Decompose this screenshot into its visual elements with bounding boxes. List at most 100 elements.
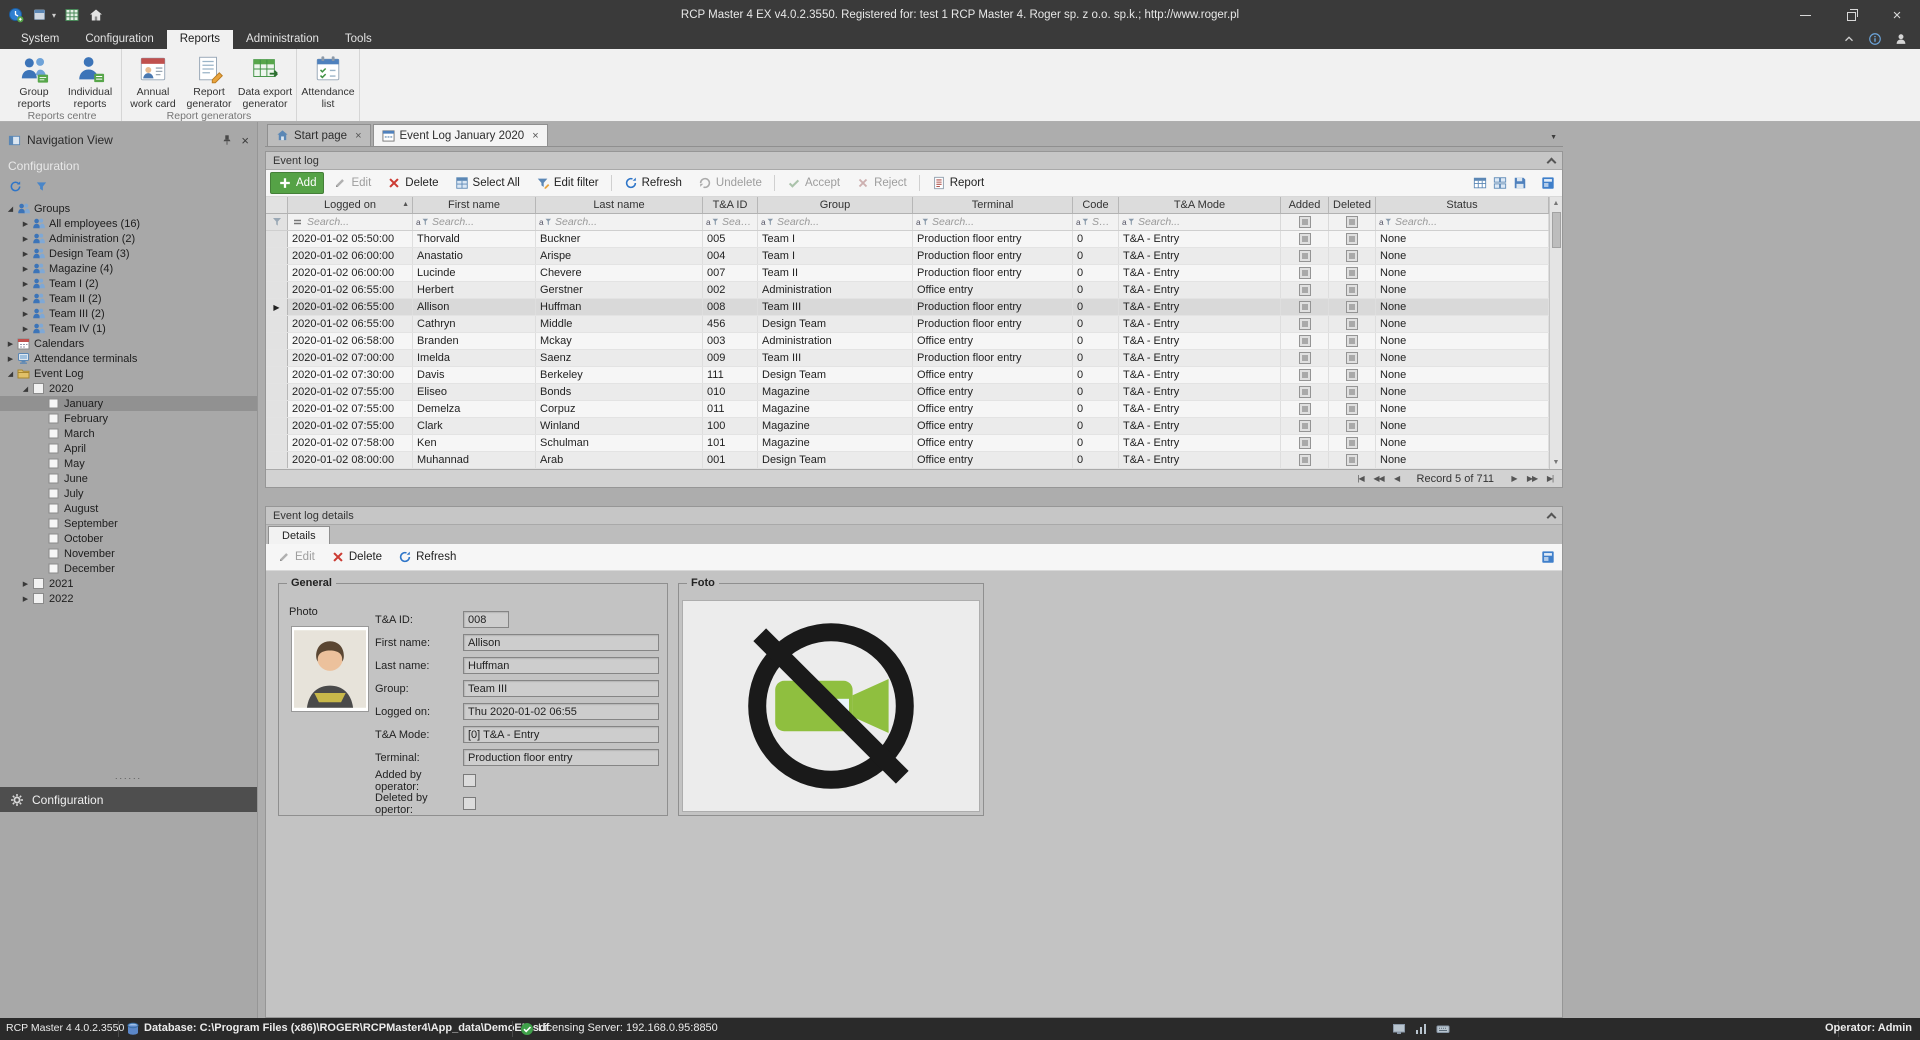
tree-item-groups[interactable]: ◢Groups — [0, 201, 257, 216]
filter-group[interactable]: aSearch... — [758, 214, 913, 230]
pin-panel-icon[interactable] — [1541, 176, 1555, 190]
field-terminal[interactable]: Production floor entry — [463, 749, 659, 766]
expander-icon[interactable]: ▶ — [19, 580, 32, 588]
next-page-button[interactable]: ▶▶ — [1524, 474, 1540, 483]
operator-icon[interactable] — [1894, 32, 1908, 46]
delete-button[interactable]: Delete — [380, 173, 445, 193]
tree-item-october[interactable]: October — [0, 531, 257, 546]
column-header-status[interactable]: Status — [1376, 197, 1549, 213]
column-header-first-name[interactable]: First name — [413, 197, 536, 213]
horizontal-splitter[interactable] — [265, 488, 1563, 506]
expander-icon[interactable]: ▶ — [19, 220, 32, 228]
close-tab-icon[interactable]: × — [532, 130, 538, 142]
expander-icon[interactable]: ▶ — [19, 295, 32, 303]
edit-button[interactable]: Edit — [270, 547, 322, 567]
expander-icon[interactable]: ◢ — [4, 370, 17, 378]
tree-item-february[interactable]: February — [0, 411, 257, 426]
menu-tools[interactable]: Tools — [332, 30, 385, 49]
expander-icon[interactable]: ▶ — [19, 595, 32, 603]
tree-item-june[interactable]: June — [0, 471, 257, 486]
tree-item-event-log[interactable]: ◢Event Log — [0, 366, 257, 381]
tree-item-december[interactable]: December — [0, 561, 257, 576]
checkbox-deleted-by-opertor[interactable] — [463, 797, 476, 810]
grid-row[interactable]: 2020-01-02 06:00:00LucindeChevere007Team… — [266, 265, 1549, 282]
filter-t-a-mode[interactable]: aSearch... — [1119, 214, 1281, 230]
grid-row[interactable]: 2020-01-02 06:55:00CathrynMiddle456Desig… — [266, 316, 1549, 333]
next-record-button[interactable]: ▶ — [1506, 474, 1522, 483]
field-t-a-mode[interactable]: [0] T&A - Entry — [463, 726, 659, 743]
column-header-terminal[interactable]: Terminal — [913, 197, 1073, 213]
expander-icon[interactable]: ▶ — [19, 235, 32, 243]
ribbon-data-export-generator-button[interactable]: Data export generator — [237, 51, 293, 110]
tab-details[interactable]: Details — [268, 526, 330, 544]
prev-record-button[interactable]: ◀ — [1389, 474, 1405, 483]
quick-access-icon[interactable] — [32, 7, 48, 23]
configuration-footer-button[interactable]: Configuration — [0, 787, 257, 812]
column-header-group[interactable]: Group — [758, 197, 913, 213]
delete-button[interactable]: Delete — [324, 547, 389, 567]
tree-item-may[interactable]: May — [0, 456, 257, 471]
last-record-button[interactable]: ▶| — [1542, 474, 1558, 483]
minimize-button[interactable] — [1782, 0, 1828, 30]
filter-checkbox[interactable] — [1299, 216, 1311, 228]
tree-item-2020[interactable]: ◢2020 — [0, 381, 257, 396]
expander-icon[interactable]: ▶ — [4, 340, 17, 348]
first-record-button[interactable]: |◀ — [1353, 474, 1369, 483]
tree-item-march[interactable]: March — [0, 426, 257, 441]
keyboard-icon[interactable] — [1436, 1022, 1450, 1036]
close-button[interactable]: × — [1874, 0, 1920, 30]
expander-icon[interactable]: ▶ — [4, 355, 17, 363]
pin-panel-icon[interactable] — [1541, 550, 1555, 564]
filter-status[interactable]: aSearch... — [1376, 214, 1549, 230]
field-group[interactable]: Team III — [463, 680, 659, 697]
column-header-code[interactable]: Code — [1073, 197, 1119, 213]
edit-button[interactable]: Edit — [326, 173, 378, 193]
accept-button[interactable]: Accept — [780, 173, 847, 193]
expander-icon[interactable]: ▶ — [19, 265, 32, 273]
grid-row[interactable]: 2020-01-02 05:50:00ThorvaldBuckner005Tea… — [266, 231, 1549, 248]
tree-item-september[interactable]: September — [0, 516, 257, 531]
edit-filter-button[interactable]: Edit filter — [529, 173, 606, 193]
reject-button[interactable]: Reject — [849, 173, 914, 193]
refresh-button[interactable]: Refresh — [391, 547, 463, 567]
ribbon-annual-work-card-button[interactable]: Annual work card — [125, 51, 181, 110]
field-last-name[interactable]: Huffman — [463, 657, 659, 674]
tab-start-page[interactable]: Start page× — [267, 124, 371, 146]
add-button[interactable]: Add — [270, 172, 324, 194]
collapse-event-log-icon[interactable] — [1547, 157, 1557, 167]
filter-last-name[interactable]: aSearch... — [536, 214, 703, 230]
info-icon[interactable] — [1868, 32, 1882, 46]
expander-icon[interactable]: ◢ — [19, 385, 32, 393]
tree-item-attendance-terminals[interactable]: ▶Attendance terminals — [0, 351, 257, 366]
filter-terminal[interactable]: aSearch... — [913, 214, 1073, 230]
filter-added[interactable] — [1281, 214, 1329, 230]
tree-item-team-iv-1[interactable]: ▶Team IV (1) — [0, 321, 257, 336]
column-header-logged-on[interactable]: Logged on▲ — [288, 197, 413, 213]
close-tab-icon[interactable]: × — [355, 130, 361, 142]
tree-item-calendars[interactable]: ▶Calendars — [0, 336, 257, 351]
grid-row[interactable]: 2020-01-02 08:00:00MuhannadArab001Design… — [266, 452, 1549, 469]
tree-item-magazine-4[interactable]: ▶Magazine (4) — [0, 261, 257, 276]
menu-system[interactable]: System — [8, 30, 72, 49]
tree-item-team-ii-2[interactable]: ▶Team II (2) — [0, 291, 257, 306]
save-layout-icon[interactable] — [1513, 176, 1527, 190]
grid-shortcut-icon[interactable] — [64, 7, 80, 23]
vertical-scrollbar[interactable]: ▲ ▼ — [1549, 197, 1562, 469]
quick-access-dropdown-icon[interactable]: ▾ — [52, 11, 56, 20]
grid-row[interactable]: ▶2020-01-02 06:55:00AllisonHuffman008Tea… — [266, 299, 1549, 316]
tab-list-icon[interactable]: ▼ — [1550, 134, 1557, 141]
signal-icon[interactable] — [1414, 1022, 1428, 1036]
grid-row[interactable]: 2020-01-02 06:00:00AnastatioArispe004Tea… — [266, 248, 1549, 265]
ribbon-group-reports-button[interactable]: Group reports — [6, 51, 62, 110]
grid-row[interactable]: 2020-01-02 06:55:00HerbertGerstner002Adm… — [266, 282, 1549, 299]
select-all-button[interactable]: Select All — [448, 173, 527, 193]
tree-item-april[interactable]: April — [0, 441, 257, 456]
panel-splitter[interactable]: ...... — [0, 772, 257, 784]
filter-checkbox[interactable] — [1346, 216, 1358, 228]
column-header-t-a-mode[interactable]: T&A Mode — [1119, 197, 1281, 213]
ribbon-individual-reports-button[interactable]: Individual reports — [62, 51, 118, 110]
column-header-last-name[interactable]: Last name — [536, 197, 703, 213]
tree-item-november[interactable]: November — [0, 546, 257, 561]
grid-row[interactable]: 2020-01-02 07:55:00ClarkWinland100Magazi… — [266, 418, 1549, 435]
tree-item-team-iii-2[interactable]: ▶Team III (2) — [0, 306, 257, 321]
